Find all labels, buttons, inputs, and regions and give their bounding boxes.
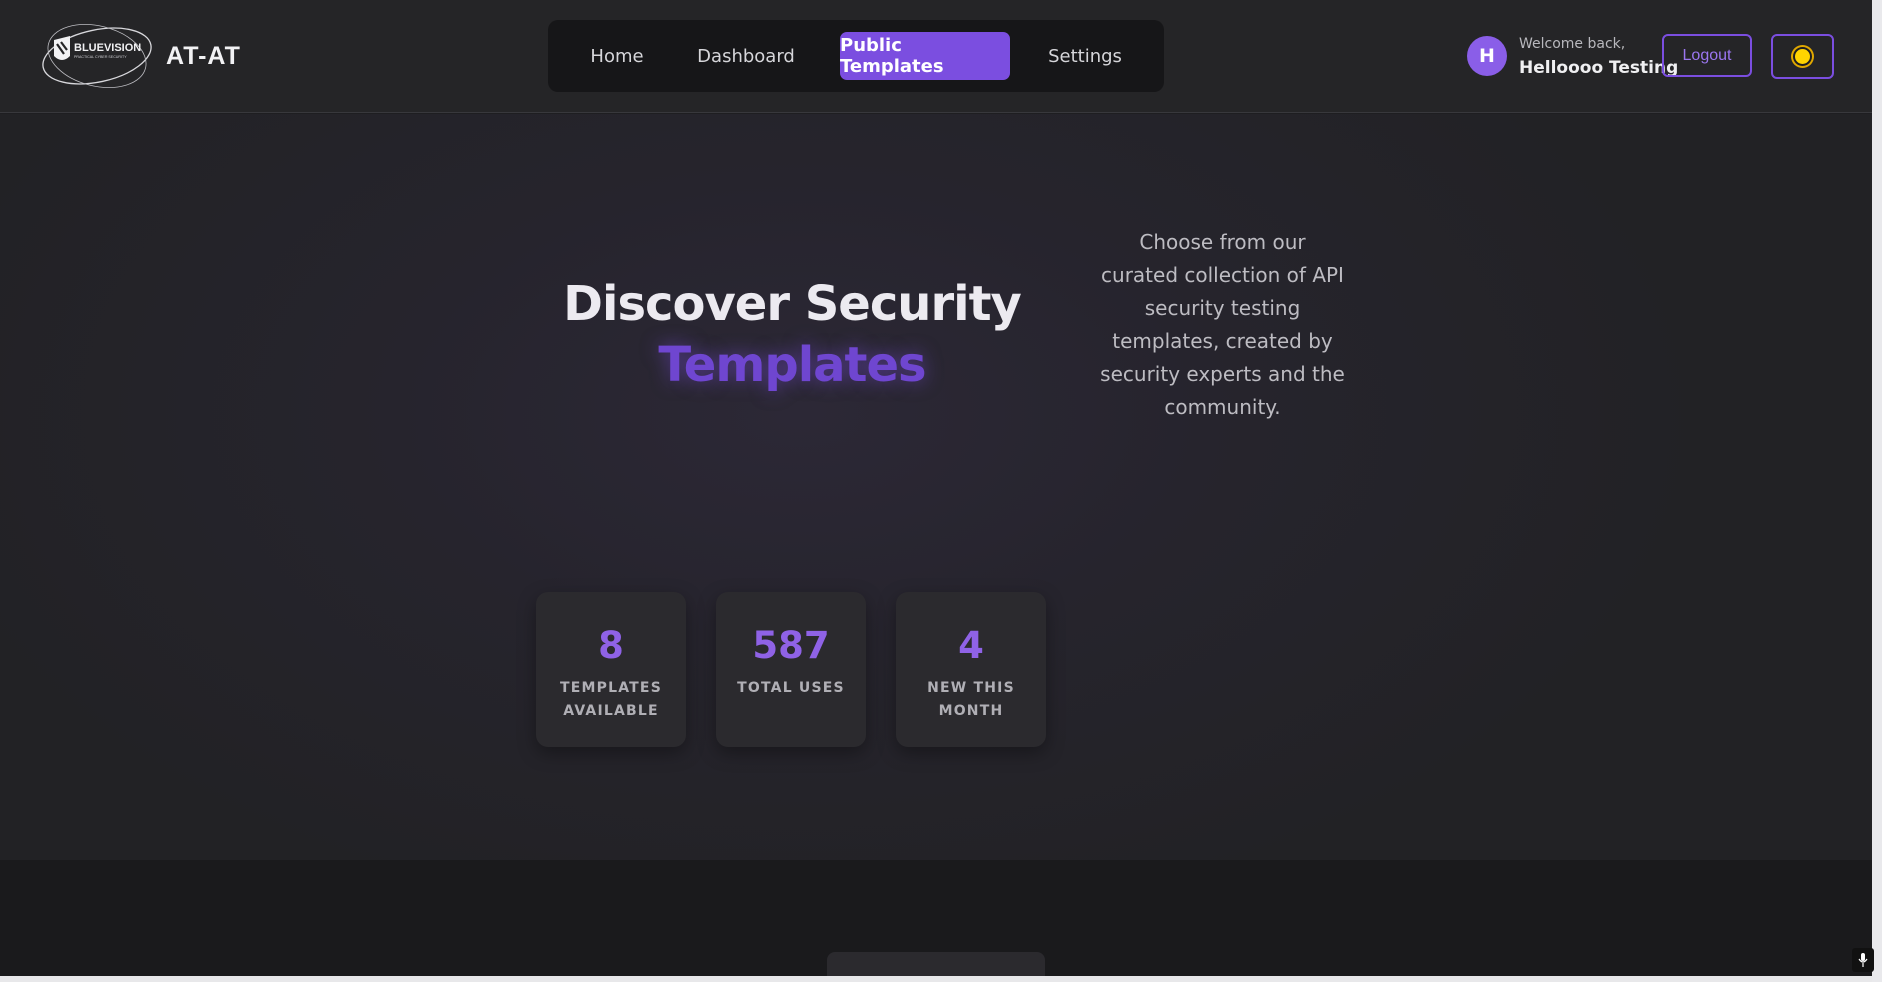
nav-dashboard[interactable]: Dashboard [676, 32, 816, 80]
sun-icon [1795, 49, 1810, 64]
nav-home[interactable]: Home [560, 32, 674, 80]
taskbar-strip [0, 976, 1872, 982]
main-nav: Home Dashboard Public Templates Settings [548, 20, 1164, 92]
bluevision-logo[interactable]: BLUEVISION PRACTICAL CYBER SECURITY [40, 20, 155, 90]
top-header: BLUEVISION PRACTICAL CYBER SECURITY AT-A… [0, 0, 1872, 113]
stat-label: TOTAL USES [737, 680, 845, 696]
app-title: AT-AT [166, 42, 241, 70]
nav-public-templates[interactable]: Public Templates [840, 32, 1010, 80]
stat-value: 8 [598, 624, 624, 667]
page-scrollbar[interactable] [1872, 0, 1882, 982]
templates-section [0, 860, 1872, 982]
nav-settings[interactable]: Settings [1020, 32, 1150, 80]
stat-card-templates: 8 TEMPLATES AVAILABLE [536, 592, 686, 747]
stat-value: 587 [752, 624, 830, 667]
hero-title: Discover Security [563, 276, 1022, 332]
logout-button[interactable]: Logout [1662, 34, 1752, 77]
hero-section: Discover Security Templates Choose from … [0, 114, 1872, 860]
microphone-icon[interactable] [1852, 948, 1874, 972]
hero-title-highlight: Templates [658, 337, 926, 393]
stat-card-total-uses: 587 TOTAL USES [716, 592, 866, 747]
stat-value: 4 [958, 624, 984, 667]
stat-card-new-this-month: 4 NEW THIS MONTH [896, 592, 1046, 747]
user-avatar[interactable]: H [1467, 36, 1507, 76]
theme-toggle-button[interactable] [1771, 34, 1834, 79]
stat-label: NEW THIS MONTH [927, 680, 1015, 719]
stat-label: TEMPLATES AVAILABLE [560, 680, 662, 719]
stats-row: 8 TEMPLATES AVAILABLE 587 TOTAL USES 4 N… [536, 592, 1046, 747]
logo-emblem: BLUEVISION PRACTICAL CYBER SECURITY [42, 24, 152, 88]
user-name: Helloooo Testing [1519, 58, 1679, 78]
hero-description: Choose from our curated collection of AP… [1100, 230, 1345, 419]
logo-wordmark: BLUEVISION [74, 42, 141, 54]
logo-tagline: PRACTICAL CYBER SECURITY [74, 55, 127, 59]
welcome-text: Welcome back, [1519, 36, 1626, 52]
